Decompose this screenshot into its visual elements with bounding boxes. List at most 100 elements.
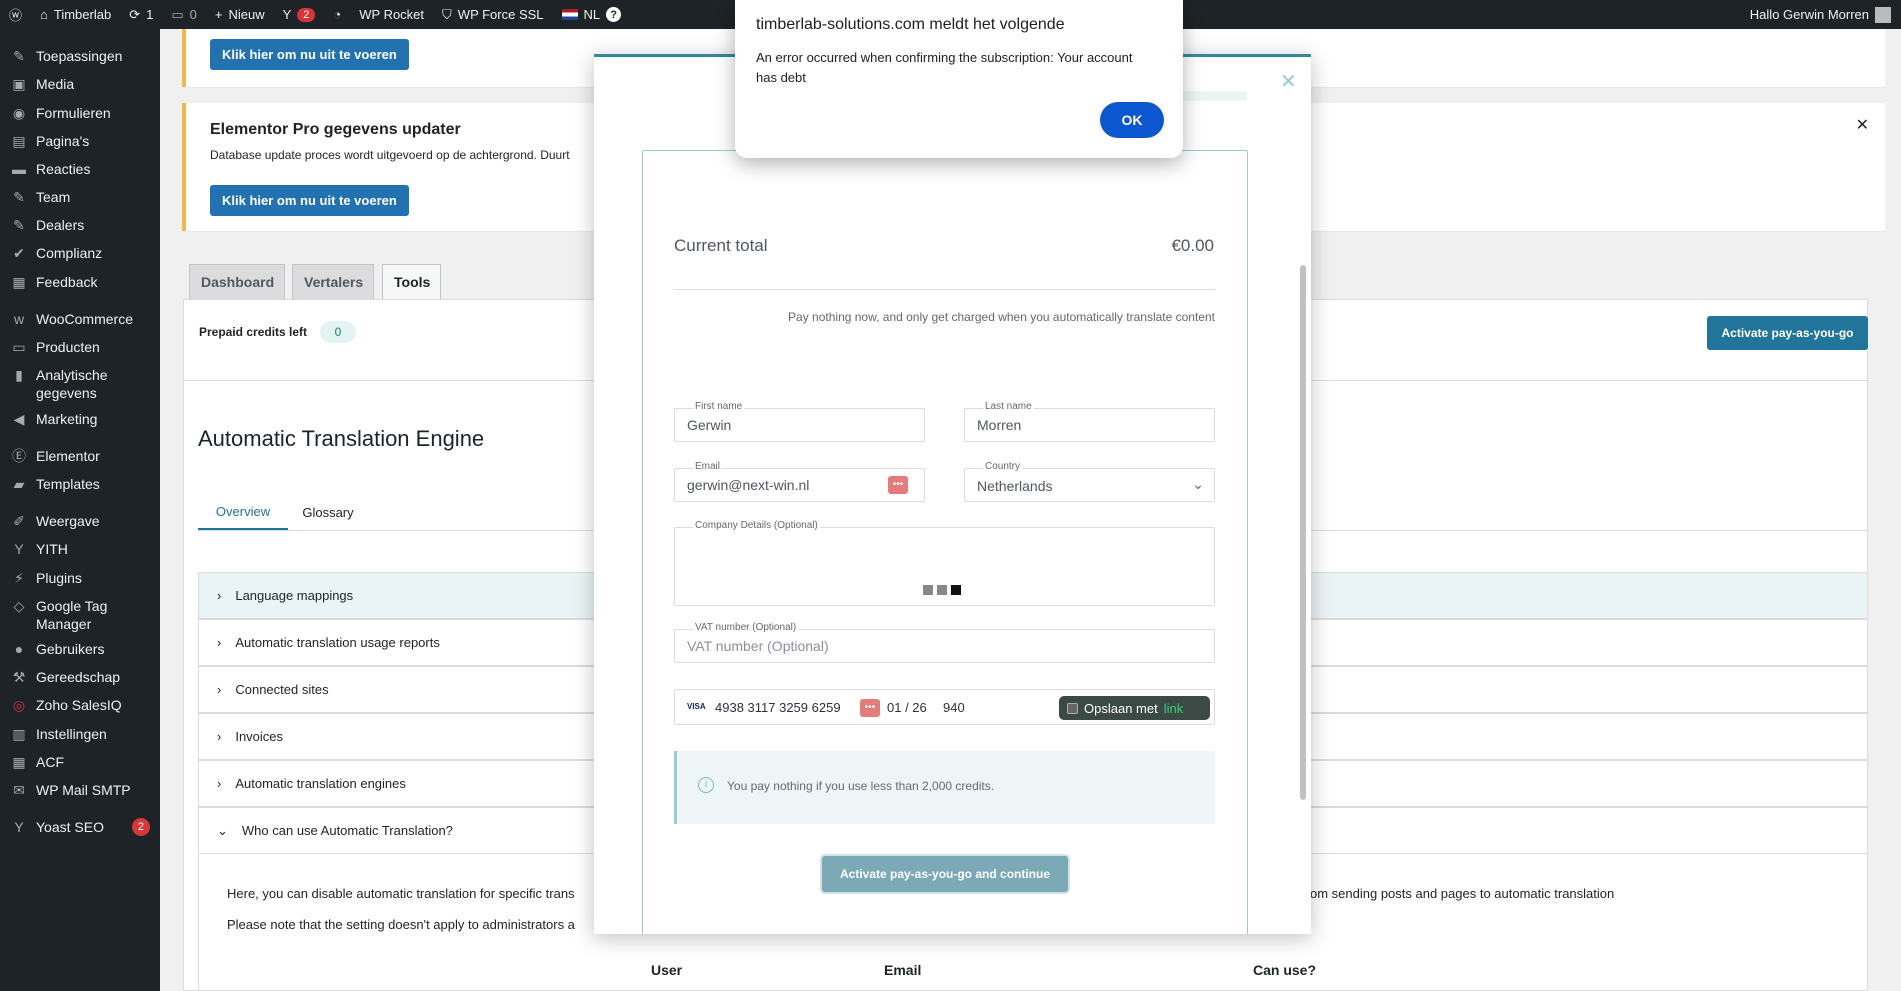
subtab-glossary[interactable]: Glossary xyxy=(298,498,358,530)
card-field[interactable]: VISA 4938 3117 3259 6259 ••• 01 / 26 940… xyxy=(674,689,1215,725)
sidebar-item-complianz[interactable]: ✔ Complianz xyxy=(0,244,160,262)
wordpress-logo[interactable]: ⓦ xyxy=(0,0,31,29)
email-field[interactable]: Email gerwin@next-win.nl ••• xyxy=(674,461,925,502)
sidebar-item-label: Templates xyxy=(36,476,100,492)
sidebar-item-dealers[interactable]: ✎ Dealers xyxy=(0,216,160,234)
yoast-badge: 2 xyxy=(297,7,316,22)
mail-icon: ✉ xyxy=(13,782,25,798)
card-expiry: 01 / 26 xyxy=(887,700,927,715)
acf-icon: ▦ xyxy=(12,754,26,770)
sidebar-item-wp-mail-smtp[interactable]: ✉ WP Mail SMTP xyxy=(0,781,160,799)
home-icon: ⌂ xyxy=(40,7,48,22)
chevron-right-icon: › xyxy=(217,729,222,744)
sidebar-item-gereedschap[interactable]: ⚒ Gereedschap xyxy=(0,668,160,686)
sidebar-item-team[interactable]: ✎ Team xyxy=(0,188,160,206)
modal-scrollbar[interactable] xyxy=(1300,265,1306,800)
sidebar-item-label: Media xyxy=(36,76,75,92)
sidebar-item-yith[interactable]: Y YITH xyxy=(0,540,160,558)
sidebar-item-pagina-s[interactable]: ▤ Pagina's xyxy=(0,132,160,150)
wp-rocket-link[interactable]: WP Rocket xyxy=(350,0,433,29)
search-link[interactable]: ◔ xyxy=(324,0,350,29)
account-menu[interactable]: Hallo Gerwin Morren xyxy=(1750,6,1901,23)
sidebar-item-plugins[interactable]: ⚡ Plugins xyxy=(0,569,160,587)
last-name-field[interactable]: Last name Morren xyxy=(964,401,1215,442)
sidebar-item-label: WooCommerce xyxy=(36,311,133,327)
checkbox-icon xyxy=(1067,702,1078,714)
sidebar-item-label: YITH xyxy=(36,541,68,557)
language-switcher[interactable]: NL? xyxy=(553,0,631,29)
sidebar-item-toepassingen[interactable]: ✎ Toepassingen xyxy=(0,47,160,65)
brush-icon: ✐ xyxy=(13,513,25,529)
sidebar-item-elementor[interactable]: Ⓔ Elementor xyxy=(0,447,160,465)
flag-nl-icon xyxy=(561,9,578,20)
sidebar-item-google-tag-manager[interactable]: ◇ Google Tag Manager xyxy=(0,597,160,633)
chevron-down-icon: ⌄ xyxy=(1192,476,1204,492)
run-now-button-2[interactable]: Klik hier om nu uit te voeren xyxy=(210,185,409,216)
first-name-field[interactable]: First name Gerwin xyxy=(674,401,925,442)
subtab-overview[interactable]: Overview xyxy=(198,498,288,530)
dialog-title: timberlab-solutions.com meldt het volgen… xyxy=(756,16,1065,33)
info-icon: i xyxy=(698,777,714,793)
activate-payg-button[interactable]: Activate pay-as-you-go xyxy=(1707,316,1868,350)
run-now-button-1[interactable]: Klik hier om nu uit te voeren xyxy=(210,39,409,70)
tab-dashboard[interactable]: Dashboard xyxy=(189,264,285,299)
sidebar-item-label: Reacties xyxy=(36,161,91,177)
sidebar-item-reacties[interactable]: ▬ Reacties xyxy=(0,160,160,178)
visa-icon: VISA xyxy=(687,702,706,711)
sidebar-item-label: Formulieren xyxy=(36,105,111,121)
sidebar-item-producten[interactable]: ▭ Producten xyxy=(0,338,160,356)
activate-continue-button[interactable]: Activate pay-as-you-go and continue xyxy=(822,856,1068,892)
country-select[interactable]: Country Netherlands ⌄ xyxy=(964,461,1215,502)
current-total-value: €0.00 xyxy=(1171,236,1214,255)
wordpress-icon: ⓦ xyxy=(9,8,23,23)
site-name-link[interactable]: ⌂ Timberlab xyxy=(31,0,120,29)
help-icon: ? xyxy=(606,7,622,22)
plugin-icon: ⚡ xyxy=(14,570,24,586)
pin-icon: ✎ xyxy=(13,189,25,205)
close-icon[interactable]: ✕ xyxy=(1280,69,1297,94)
force-ssl-link[interactable]: ⛉ WP Force SSL xyxy=(433,0,553,29)
table-header-can-use: Can use? xyxy=(1253,962,1317,978)
card-autofill-icon[interactable]: ••• xyxy=(860,699,880,717)
sidebar-item-templates[interactable]: ▰ Templates xyxy=(0,475,160,493)
sidebar-item-zoho-salesiq[interactable]: ◎ Zoho SalesIQ xyxy=(0,696,160,714)
sidebar-item-marketing[interactable]: ◀ Marketing xyxy=(0,410,160,428)
comments-link[interactable]: ▭ 0 xyxy=(162,0,206,29)
sidebar-item-label: Analytische gegevens xyxy=(36,367,108,401)
company-details-field[interactable]: Company Details (Optional) xyxy=(674,520,1215,606)
sidebar-item-weergave[interactable]: ✐ Weergave xyxy=(0,512,160,530)
plus-icon: + xyxy=(214,7,223,22)
forms-icon: ◉ xyxy=(12,105,26,121)
sidebar-item-analytische-gegevens[interactable]: ▮ Analytische gegevens xyxy=(0,366,160,402)
tab-vertalers[interactable]: Vertalers xyxy=(292,264,374,299)
dialog-message: An error occurred when confirming the su… xyxy=(756,50,1133,85)
yoast-icon: Y xyxy=(14,819,24,835)
settings-icon: ▥ xyxy=(12,726,26,742)
card-cvc: 940 xyxy=(943,700,965,715)
save-with-link-toggle[interactable]: Opslaan met link xyxy=(1059,696,1210,720)
woo-icon: w xyxy=(13,311,25,327)
dialog-ok-button[interactable]: OK xyxy=(1100,102,1164,138)
chevron-down-icon: ⌄ xyxy=(217,822,228,838)
pin-icon: ✎ xyxy=(13,48,25,64)
engine-title: Automatic Translation Engine xyxy=(198,426,485,451)
new-content-link[interactable]: + Nieuw xyxy=(206,0,274,29)
sidebar-item-formulieren[interactable]: ◉ Formulieren xyxy=(0,104,160,122)
updates-link[interactable]: ⟳ 1 xyxy=(120,0,162,29)
sidebar-item-media[interactable]: ▣ Media xyxy=(0,75,160,93)
dismiss-icon[interactable]: ✕ xyxy=(1856,115,1869,135)
sidebar-item-label: Complianz xyxy=(36,245,103,261)
vat-number-field[interactable]: VAT number (Optional) VAT number (Optiona… xyxy=(674,622,1215,663)
sidebar-item-yoast-seo[interactable]: Y Yoast SEO 2 xyxy=(0,818,160,836)
sidebar-item-gebruikers[interactable]: ● Gebruikers xyxy=(0,640,160,658)
sidebar-item-instellingen[interactable]: ▥ Instellingen xyxy=(0,725,160,743)
feedback-icon: ▦ xyxy=(12,274,26,290)
info-text: You pay nothing if you use less than 2,0… xyxy=(727,779,995,793)
sidebar-item-feedback[interactable]: ▦ Feedback xyxy=(0,273,160,291)
tab-tools[interactable]: Tools xyxy=(382,264,441,300)
sidebar-item-woocommerce[interactable]: w WooCommerce xyxy=(0,310,160,328)
autofill-icon[interactable]: ••• xyxy=(888,476,908,494)
yoast-link[interactable]: Y2 xyxy=(274,0,325,29)
sidebar-item-acf[interactable]: ▦ ACF xyxy=(0,753,160,771)
page-icon: ▤ xyxy=(12,133,26,149)
